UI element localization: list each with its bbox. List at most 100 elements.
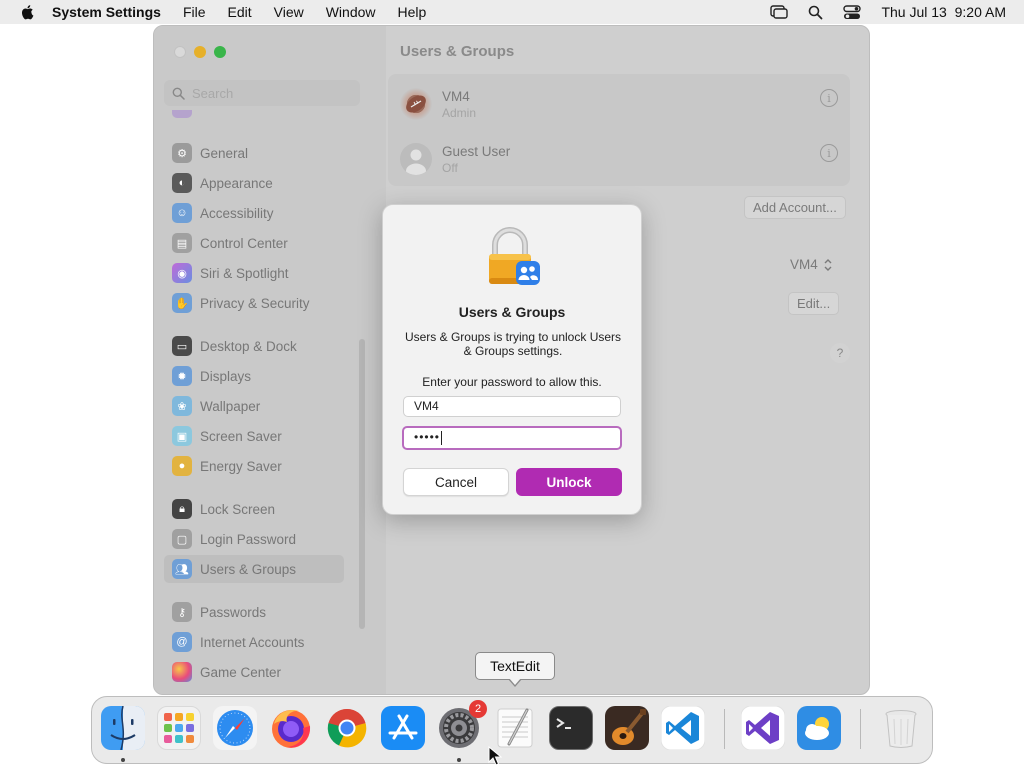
sidebar-item-label: Login Password xyxy=(200,531,297,547)
menu-edit[interactable]: Edit xyxy=(228,4,252,20)
visual-studio-icon xyxy=(741,706,785,750)
dock-trash[interactable] xyxy=(879,706,923,750)
firefox-icon xyxy=(272,710,311,748)
menubar-clock[interactable]: Thu Jul 13 9:20 AM xyxy=(881,4,1006,20)
sidebar-item-label: Energy Saver xyxy=(200,458,282,474)
username-field[interactable]: VM4 xyxy=(403,396,621,417)
dock-separator xyxy=(860,709,861,749)
displays-icon: ✹ xyxy=(172,366,192,386)
username-value: VM4 xyxy=(414,399,439,413)
info-icon[interactable]: i xyxy=(820,144,838,162)
sidebar-item-game-center[interactable]: Game Center xyxy=(164,658,344,686)
dock-weather[interactable] xyxy=(797,706,841,750)
sidebar-item-privacy[interactable]: ✋ Privacy & Security xyxy=(164,289,344,317)
password-field[interactable]: ••••• xyxy=(402,426,622,450)
sidebar-item-label: Control Center xyxy=(200,235,288,251)
desktop-icon: ▭ xyxy=(172,336,192,356)
dialog-title: Users & Groups xyxy=(458,304,566,320)
screen-mirroring-icon[interactable] xyxy=(770,5,789,19)
unlock-button[interactable]: Unlock xyxy=(516,468,622,496)
finder-icon xyxy=(101,706,145,750)
info-icon[interactable]: i xyxy=(820,89,838,107)
partial-sidebar-icon xyxy=(172,110,192,118)
dock-safari[interactable] xyxy=(213,706,257,750)
sidebar-item-general[interactable]: ⚙ General xyxy=(164,139,344,167)
safari-icon xyxy=(213,706,257,750)
hand-icon: ✋ xyxy=(172,293,192,313)
sidebar-item-wallpaper[interactable]: ❀ Wallpaper xyxy=(164,392,344,420)
add-account-button[interactable]: Add Account... xyxy=(744,196,846,219)
control-center-icon: ▤ xyxy=(172,233,192,253)
unlock-dialog: Users & Groups Users & Groups is trying … xyxy=(382,204,642,515)
tooltip-tail-fill xyxy=(509,678,521,685)
running-indicator xyxy=(121,758,125,762)
sidebar-item-login-password[interactable]: ▢ Login Password xyxy=(164,525,344,553)
notification-badge: 2 xyxy=(469,700,487,718)
sidebar-item-displays[interactable]: ✹ Displays xyxy=(164,362,344,390)
dock-visual-studio[interactable] xyxy=(741,706,785,750)
password-value: ••••• xyxy=(414,430,441,444)
sidebar-item-label: Passwords xyxy=(200,604,267,620)
trash-icon xyxy=(885,710,917,748)
lock-icon: 🔒︎ xyxy=(172,499,192,519)
user-row-vm4[interactable]: VM4 Admin xyxy=(400,88,476,120)
chevron-updown-icon xyxy=(824,258,832,271)
cancel-button[interactable]: Cancel xyxy=(403,468,509,496)
zoom-button[interactable] xyxy=(214,46,226,58)
sidebar-scrollbar[interactable] xyxy=(359,339,365,629)
apple-icon[interactable] xyxy=(20,4,36,20)
menu-view[interactable]: View xyxy=(274,4,304,20)
help-button[interactable]: ? xyxy=(830,343,850,363)
search-field[interactable]: Search xyxy=(164,80,360,106)
window-controls xyxy=(174,46,234,58)
lock-users-icon xyxy=(486,227,546,291)
dock-launchpad[interactable] xyxy=(157,706,201,750)
dock-garageband[interactable] xyxy=(605,706,649,750)
menu-window[interactable]: Window xyxy=(326,4,376,20)
sidebar-item-internet-accounts[interactable]: @ Internet Accounts xyxy=(164,628,344,656)
search-placeholder: Search xyxy=(192,85,234,101)
sidebar-item-label: Siri & Spotlight xyxy=(200,265,289,281)
sidebar-item-desktop-dock[interactable]: ▭ Desktop & Dock xyxy=(164,332,344,360)
dialog-message: Users & Groups is trying to unlock Users… xyxy=(404,330,622,358)
menu-app-name[interactable]: System Settings xyxy=(52,4,161,20)
edit-button[interactable]: Edit... xyxy=(788,292,840,315)
dock-vscode[interactable] xyxy=(661,706,705,750)
user-row-guest[interactable]: Guest User Off xyxy=(400,143,510,175)
dock-finder[interactable] xyxy=(101,706,145,750)
menu-file[interactable]: File xyxy=(183,4,206,20)
dock-firefox[interactable] xyxy=(269,706,313,750)
auto-login-select[interactable]: VM4 xyxy=(790,257,833,272)
dock-system-settings[interactable]: 2 xyxy=(437,700,487,750)
sidebar-item-passwords[interactable]: ⚷ Passwords xyxy=(164,598,344,626)
sidebar-item-label: Users & Groups xyxy=(200,561,297,577)
sidebar-item-label: Desktop & Dock xyxy=(200,338,297,354)
sidebar-item-label: General xyxy=(200,145,249,161)
sidebar-item-energy-saver[interactable]: ● Energy Saver xyxy=(164,452,344,480)
terminal-icon xyxy=(556,718,571,729)
user-status: Off xyxy=(442,160,458,175)
text-caret xyxy=(441,430,443,445)
screen-saver-icon: ▣ xyxy=(172,426,192,446)
sidebar-item-siri[interactable]: ◉ Siri & Spotlight xyxy=(164,259,344,287)
dock-terminal[interactable] xyxy=(549,706,593,750)
sidebar-item-screen-saver[interactable]: ▣ Screen Saver xyxy=(164,422,344,450)
dock-chrome[interactable] xyxy=(325,706,369,750)
sidebar-item-accessibility[interactable]: ☺ Accessibility xyxy=(164,199,344,227)
sidebar-item-control-center[interactable]: ▤ Control Center xyxy=(164,229,344,257)
spotlight-search-icon[interactable] xyxy=(808,5,823,20)
minimize-button[interactable] xyxy=(194,46,206,58)
control-center-icon[interactable] xyxy=(843,4,862,20)
sidebar-item-label: Displays xyxy=(200,368,252,384)
sidebar-item-appearance[interactable]: ◐ Appearance xyxy=(164,169,344,197)
sidebar-item-label: Screen Saver xyxy=(200,428,282,444)
guitar-icon xyxy=(605,706,649,750)
sidebar-item-lock-screen[interactable]: 🔒︎ Lock Screen xyxy=(164,495,344,523)
siri-icon: ◉ xyxy=(172,263,192,283)
menu-help[interactable]: Help xyxy=(398,4,427,20)
sidebar-item-users-groups[interactable]: 👥︎ Users & Groups xyxy=(164,555,344,583)
close-button[interactable] xyxy=(174,46,186,58)
sidebar-item-label: Accessibility xyxy=(200,205,274,221)
dock-textedit[interactable] xyxy=(493,706,537,750)
dock-app-store[interactable] xyxy=(381,706,425,750)
